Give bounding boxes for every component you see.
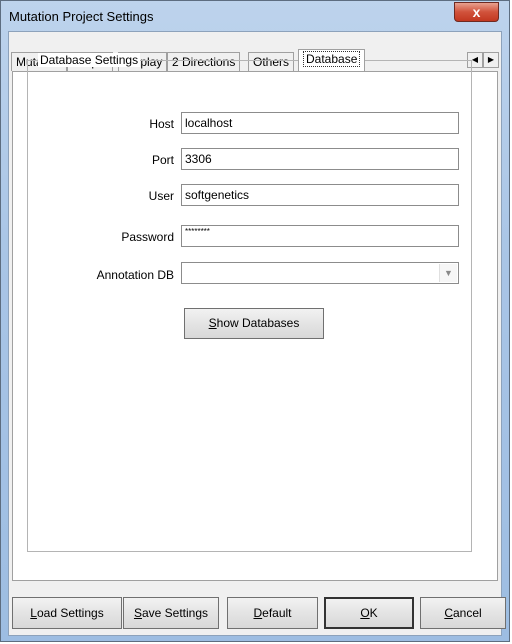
user-input[interactable]: softgenetics — [181, 184, 459, 206]
cancel-label: ancel — [452, 606, 482, 620]
save-settings-label: ave Settings — [141, 606, 209, 620]
arrow-left-icon: ◀ — [471, 55, 479, 64]
cancel-button[interactable]: Cancel — [420, 597, 506, 629]
load-settings-label: oad Settings — [36, 606, 104, 620]
port-input[interactable]: 3306 — [181, 148, 459, 170]
port-label: Port — [151, 153, 174, 167]
show-databases-button[interactable]: Show Databases — [184, 308, 324, 339]
load-settings-mnemonic: L — [30, 606, 37, 620]
close-button[interactable]: x — [454, 2, 499, 22]
annotation-db-label: Annotation DB — [96, 268, 174, 282]
user-label: User — [148, 189, 174, 203]
ok-button[interactable]: OK — [324, 597, 414, 629]
host-label: Host — [149, 117, 174, 131]
save-settings-button[interactable]: Save Settings — [123, 597, 219, 629]
ok-label: K — [369, 606, 378, 620]
window-title: Mutation Project Settings — [9, 9, 154, 24]
cancel-mnemonic: C — [444, 606, 453, 620]
show-databases-label: how Databases — [216, 316, 300, 330]
load-settings-button[interactable]: Load Settings — [12, 597, 122, 629]
password-input[interactable]: ******** — [181, 225, 459, 247]
close-icon: x — [472, 4, 481, 20]
arrow-right-icon: ▶ — [487, 55, 495, 64]
save-settings-mnemonic: S — [133, 606, 142, 620]
title-bar[interactable]: Mutation Project Settings x — [1, 1, 509, 31]
default-button[interactable]: Default — [227, 597, 318, 629]
default-label: efault — [262, 606, 292, 620]
show-databases-mnemonic: S — [208, 316, 217, 330]
database-settings-label: Database Settings — [38, 53, 141, 67]
host-input[interactable]: localhost — [181, 112, 459, 134]
chevron-down-icon[interactable]: ▼ — [439, 264, 457, 282]
annotation-db-select[interactable]: ▼ — [181, 262, 459, 284]
password-label: Password — [121, 230, 174, 244]
default-mnemonic: D — [253, 606, 263, 620]
tab-database[interactable]: Database — [298, 49, 366, 71]
dialog-window: Mutation Project Settings x Mutation Out… — [0, 0, 510, 642]
ok-mnemonic: O — [360, 606, 370, 620]
tab-database-label: Database — [303, 51, 361, 67]
tab-scroll-right-button[interactable]: ▶ — [483, 52, 499, 68]
